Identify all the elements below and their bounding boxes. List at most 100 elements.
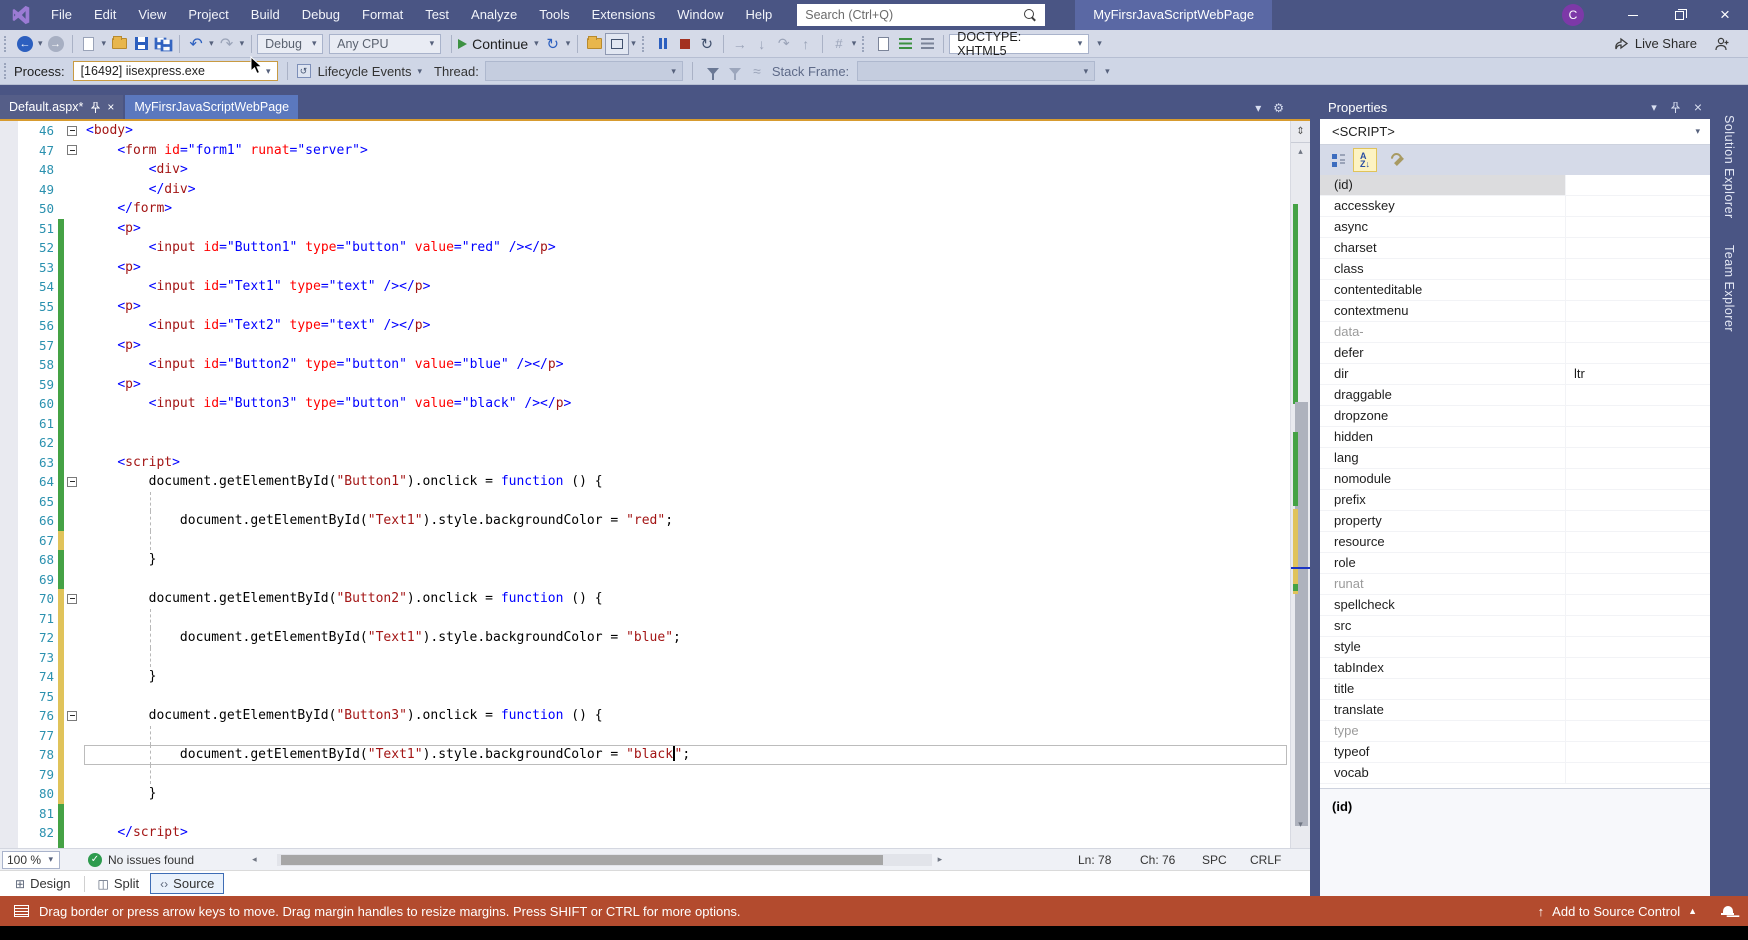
zoom-select[interactable]: 100 % ▾ [2, 851, 60, 869]
property-value[interactable] [1566, 553, 1710, 573]
outlining-margin[interactable] [64, 628, 82, 648]
code-lines[interactable]: 46<body>47 <form id="form1" runat="serve… [0, 121, 1290, 848]
outlining-margin[interactable] [64, 823, 82, 843]
property-value[interactable] [1566, 385, 1710, 405]
property-value[interactable] [1566, 322, 1710, 342]
menu-item-format[interactable]: Format [351, 0, 414, 30]
scrollbar-track[interactable]: ▾ [1291, 159, 1310, 832]
outlining-margin[interactable] [64, 394, 82, 414]
property-name[interactable]: tabIndex [1320, 658, 1566, 678]
indicator-margin[interactable] [0, 238, 18, 258]
outlining-margin[interactable] [64, 141, 82, 161]
collapse-icon[interactable]: ▲ [1688, 906, 1697, 916]
tab-close-icon[interactable]: × [107, 100, 114, 114]
indicator-margin[interactable] [0, 199, 18, 219]
code-line-48[interactable]: 48 <div> [0, 160, 1290, 180]
code-line-53[interactable]: 53 <p> [0, 258, 1290, 278]
property-value[interactable] [1566, 679, 1710, 699]
save-button[interactable] [131, 33, 151, 55]
stop-debugging-button[interactable] [675, 33, 695, 55]
property-name[interactable]: draggable [1320, 385, 1566, 405]
property-name[interactable]: typeof [1320, 742, 1566, 762]
property-name[interactable]: accesskey [1320, 196, 1566, 216]
show-next-statement-button[interactable]: → [730, 33, 750, 55]
property-row-charset[interactable]: charset [1320, 238, 1710, 259]
code-line-57[interactable]: 57 <p> [0, 336, 1290, 356]
property-name[interactable]: spellcheck [1320, 595, 1566, 615]
feedback-button[interactable] [1712, 33, 1732, 55]
property-name[interactable]: style [1320, 637, 1566, 657]
collapse-box-icon[interactable] [67, 711, 77, 721]
lifecycle-events-button[interactable]: Lifecycle Events [318, 64, 412, 79]
hex-display-button[interactable]: # [829, 33, 849, 55]
live-share-button[interactable]: Live Share [1614, 36, 1697, 51]
property-row-title[interactable]: title [1320, 679, 1710, 700]
indicator-margin[interactable] [0, 609, 18, 629]
alphabetical-button[interactable]: AZ↓ [1353, 148, 1377, 172]
menu-item-project[interactable]: Project [177, 0, 239, 30]
indicator-margin[interactable] [0, 550, 18, 570]
property-name[interactable]: (id) [1320, 175, 1566, 195]
indicator-margin[interactable] [0, 453, 18, 473]
account-avatar[interactable]: C [1562, 4, 1584, 26]
property-row-type[interactable]: type [1320, 721, 1710, 742]
outlining-margin[interactable] [64, 589, 82, 609]
search-input[interactable]: Search (Ctrl+Q) [797, 4, 1045, 26]
properties-window-menu-icon[interactable]: ▾ [1651, 101, 1657, 114]
property-value[interactable] [1566, 595, 1710, 615]
procbar-overflow[interactable]: ▾ [1105, 66, 1110, 77]
property-name[interactable]: class [1320, 259, 1566, 279]
indicator-margin[interactable] [0, 219, 18, 239]
code-line-50[interactable]: 50 </form> [0, 199, 1290, 219]
code-line-47[interactable]: 47 <form id="form1" runat="server"> [0, 141, 1290, 161]
code-line-59[interactable]: 59 <p> [0, 375, 1290, 395]
indicator-margin[interactable] [0, 531, 18, 551]
code-line-61[interactable]: 61 [0, 414, 1290, 434]
collapse-box-icon[interactable] [67, 594, 77, 604]
property-name[interactable]: resource [1320, 532, 1566, 552]
filter-flagged-button[interactable] [725, 60, 745, 82]
indicator-margin[interactable] [0, 706, 18, 726]
property-row-id[interactable]: (id) [1320, 175, 1710, 196]
lifecycle-dropdown-icon[interactable]: ▾ [418, 66, 423, 77]
indicator-margin[interactable] [0, 141, 18, 161]
indicator-margin[interactable] [0, 687, 18, 707]
indicator-margin[interactable] [0, 726, 18, 746]
property-value[interactable] [1566, 343, 1710, 363]
source-view-button[interactable]: ‹› Source [150, 873, 224, 894]
property-value[interactable] [1566, 217, 1710, 237]
outlining-margin[interactable] [64, 492, 82, 512]
outlining-margin[interactable] [64, 784, 82, 804]
outlining-margin[interactable] [64, 414, 82, 434]
toolbar-overflow[interactable]: ▾ [1097, 38, 1102, 49]
outlining-margin[interactable] [64, 375, 82, 395]
property-row-dir[interactable]: dirltr [1320, 364, 1710, 385]
menu-item-tools[interactable]: Tools [528, 0, 580, 30]
format-selection-button[interactable] [917, 33, 937, 55]
menu-item-view[interactable]: View [127, 0, 177, 30]
indicator-margin[interactable] [0, 765, 18, 785]
property-value[interactable] [1566, 511, 1710, 531]
property-row-style[interactable]: style [1320, 637, 1710, 658]
property-row-resource[interactable]: resource [1320, 532, 1710, 553]
undo-dropdown[interactable]: ▾ [209, 38, 214, 49]
code-line-70[interactable]: 70 document.getElementById("Button2").on… [0, 589, 1290, 609]
property-value[interactable] [1566, 259, 1710, 279]
doctype-select[interactable]: DOCTYPE: XHTML5▾ [949, 34, 1089, 54]
code-line-72[interactable]: 72 document.getElementById("Text1").styl… [0, 628, 1290, 648]
collapse-box-icon[interactable] [67, 477, 77, 487]
property-name[interactable]: translate [1320, 700, 1566, 720]
outlining-margin[interactable] [64, 219, 82, 239]
indicator-margin[interactable] [0, 667, 18, 687]
filter-threads-button[interactable] [703, 60, 723, 82]
outlining-margin[interactable] [64, 726, 82, 746]
restart-button[interactable]: ↻ [543, 33, 563, 55]
undo-button[interactable]: ↶ [186, 33, 206, 55]
code-line-83[interactable]: 83 [0, 843, 1290, 849]
property-row-contextmenu[interactable]: contextmenu [1320, 301, 1710, 322]
property-value[interactable] [1566, 238, 1710, 258]
menu-item-file[interactable]: File [40, 0, 83, 30]
split-view-button[interactable]: ◫ Split [89, 874, 149, 893]
save-all-button[interactable] [153, 33, 173, 55]
restart-dropdown[interactable]: ▾ [566, 38, 571, 49]
